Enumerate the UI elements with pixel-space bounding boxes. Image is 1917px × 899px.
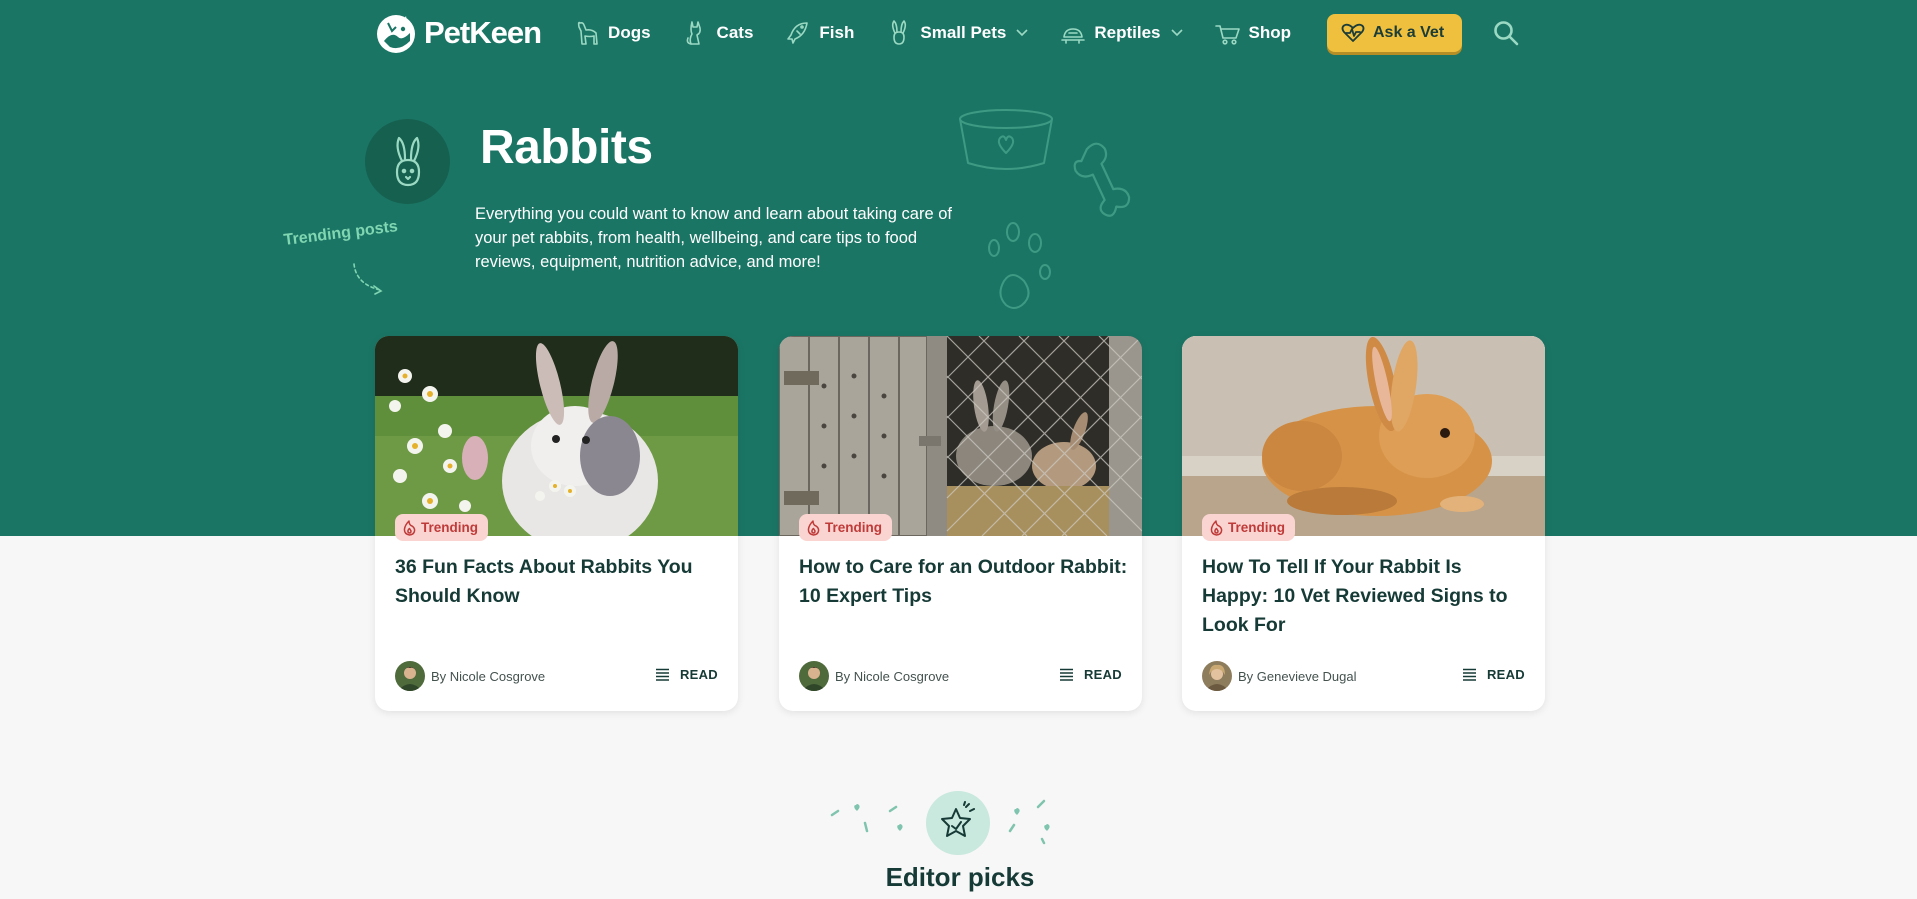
flame-icon (1210, 519, 1223, 536)
logo[interactable]: PetKeen (374, 11, 542, 55)
nav-label-small-pets: Small Pets (920, 23, 1007, 42)
page-description: Everything you could want to know and le… (475, 205, 952, 271)
article-title[interactable]: 36 Fun Facts About Rabbits You Should Kn… (395, 553, 725, 611)
article-card[interactable]: Trending How to Care for an Outdoor Rabb… (779, 336, 1142, 711)
article-image (1182, 336, 1545, 536)
nav-item-dogs[interactable]: Dogs (574, 19, 651, 47)
ask-a-vet-button[interactable]: Ask a Vet (1327, 14, 1463, 52)
pet-decoration-icons (959, 109, 1131, 309)
article-author[interactable]: By Nicole Cosgrove (395, 661, 545, 691)
article-image (375, 336, 738, 536)
page-title: Rabbits (480, 121, 653, 174)
nav-item-cats[interactable]: Cats (683, 19, 754, 47)
search-icon[interactable] (1492, 19, 1520, 47)
read-label: READ (1486, 667, 1525, 682)
turtle-icon (1061, 28, 1086, 44)
chevron-down-icon (1016, 29, 1028, 37)
cat-icon (686, 21, 701, 45)
nav-item-shop[interactable]: Shop (1214, 19, 1292, 47)
flame-icon (403, 519, 416, 536)
trending-badge: Trending (395, 514, 488, 541)
flame-icon (807, 519, 820, 536)
article-author[interactable]: By Genevieve Dugal (1202, 661, 1357, 691)
avatar (395, 661, 425, 691)
cart-icon (1214, 25, 1240, 45)
rabbit-icon (892, 20, 907, 45)
nav-label-dogs: Dogs (608, 23, 651, 42)
article-card[interactable]: Trending 36 Fun Facts About Rabbits You … (375, 336, 738, 711)
editor-picks-title: Editor picks (885, 862, 1035, 892)
lines-icon (1059, 668, 1073, 681)
article-image (779, 336, 1142, 536)
read-label: READ (1083, 667, 1122, 682)
article-title[interactable]: How To Tell If Your Rabbit Is Happy: 10 … (1202, 553, 1532, 640)
author-name: By Nicole Cosgrove (431, 668, 546, 684)
article-card[interactable]: Trending How To Tell If Your Rabbit Is H… (1182, 336, 1545, 711)
article-title[interactable]: How to Care for an Outdoor Rabbit: 10 Ex… (799, 553, 1129, 611)
avatar (1202, 661, 1232, 691)
read-label: READ (679, 667, 718, 682)
trending-label: Trending (825, 520, 882, 535)
trending-badge: Trending (799, 514, 892, 541)
read-button[interactable]: READ (1462, 667, 1525, 682)
nav-item-reptiles[interactable]: Reptiles (1060, 19, 1183, 47)
nav-item-small-pets[interactable]: Small Pets (886, 19, 1028, 47)
nav-label-reptiles: Reptiles (1094, 23, 1161, 42)
chevron-down-icon (1170, 29, 1183, 37)
trending-label: Trending (1228, 520, 1285, 535)
category-badge (365, 119, 450, 204)
curved-arrow-icon (353, 263, 383, 295)
nav-label-cats: Cats (716, 23, 754, 42)
site-header: PetKeen Dogs Cats Fish Small Pets Reptil… (374, 0, 1534, 66)
star-icon (941, 801, 975, 837)
nav-label-fish: Fish (819, 23, 855, 42)
nav-label-shop: Shop (1248, 23, 1292, 42)
trending-badge: Trending (1202, 514, 1295, 541)
nav-item-fish[interactable]: Fish (785, 19, 854, 47)
main-nav: Dogs Cats Fish Small Pets Reptiles Shop (574, 19, 1323, 47)
logo-icon (377, 15, 415, 53)
article-author[interactable]: By Nicole Cosgrove (799, 661, 949, 691)
editor-picks-badge (926, 791, 990, 855)
author-name: By Nicole Cosgrove (835, 668, 950, 684)
heart-pulse-icon (1341, 23, 1365, 42)
read-button[interactable]: READ (1059, 667, 1122, 682)
ask-a-vet-label: Ask a Vet (1373, 24, 1445, 41)
lines-icon (1462, 668, 1476, 681)
trending-label: Trending (421, 520, 478, 535)
dog-icon (577, 21, 598, 45)
rabbit-icon (395, 136, 420, 186)
lines-icon (655, 668, 669, 681)
fish-icon (787, 22, 809, 44)
read-button[interactable]: READ (655, 667, 718, 682)
logo-text: PetKeen (424, 15, 542, 50)
avatar (799, 661, 829, 691)
author-name: By Genevieve Dugal (1238, 668, 1357, 684)
